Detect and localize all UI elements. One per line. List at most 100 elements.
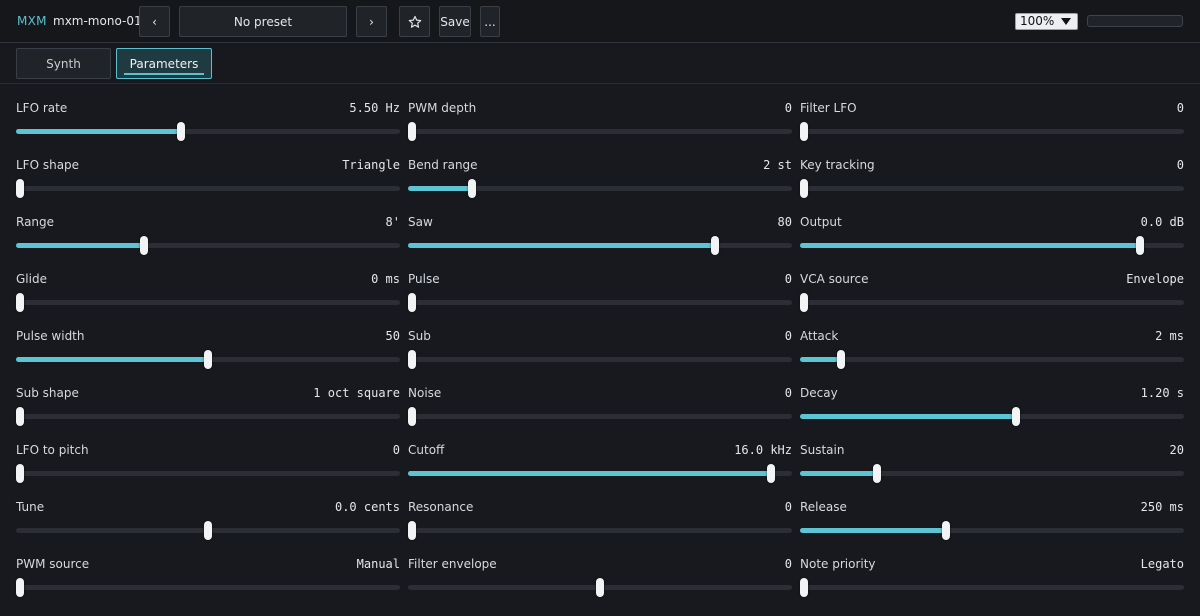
param-label: Cutoff [408, 443, 445, 457]
slider-thumb[interactable] [1136, 236, 1144, 255]
slider-thumb[interactable] [204, 350, 212, 369]
param-pwm-depth: PWM depth 0 [408, 101, 792, 158]
slider-track[interactable] [800, 357, 1184, 362]
param-value: 0 [784, 101, 792, 115]
param-label: Sustain [800, 443, 845, 457]
slider-thumb[interactable] [711, 236, 719, 255]
slider-thumb[interactable] [942, 521, 950, 540]
slider-track[interactable] [16, 585, 400, 590]
param-value: Legato [1140, 557, 1184, 571]
level-meter [1087, 15, 1183, 27]
param-label: Key tracking [800, 158, 875, 172]
slider-thumb[interactable] [800, 122, 808, 141]
param-range: Range 8' [16, 215, 400, 272]
param-value: 1 oct square [313, 386, 400, 400]
param-label: PWM source [16, 557, 90, 571]
slider-thumb[interactable] [408, 521, 416, 540]
param-sustain: Sustain 20 [800, 443, 1184, 500]
param-value: Triangle [342, 158, 400, 172]
slider-thumb[interactable] [800, 293, 808, 312]
slider-track[interactable] [408, 129, 792, 134]
param-value: 50 [385, 329, 400, 343]
tab-parameters[interactable]: Parameters [116, 48, 212, 79]
slider-track[interactable] [408, 414, 792, 419]
param-label: Filter envelope [408, 557, 497, 571]
chevron-right-icon: › [369, 14, 374, 29]
param-value: 0 [784, 329, 792, 343]
param-label: Attack [800, 329, 839, 343]
tab-label: Parameters [129, 56, 199, 71]
slider-thumb[interactable] [408, 122, 416, 141]
slider-thumb[interactable] [16, 464, 24, 483]
caret-down-icon [1061, 18, 1071, 25]
param-label: Tune [16, 500, 45, 514]
slider-thumb[interactable] [468, 179, 476, 198]
slider-thumb[interactable] [767, 464, 775, 483]
slider-fill [408, 471, 771, 476]
slider-thumb[interactable] [800, 179, 808, 198]
slider-track[interactable] [16, 414, 400, 419]
param-value: 0 [784, 272, 792, 286]
param-label: Output [800, 215, 842, 229]
more-button[interactable]: ... [480, 6, 500, 37]
slider-thumb[interactable] [596, 578, 604, 597]
slider-track[interactable] [16, 186, 400, 191]
slider-thumb[interactable] [408, 407, 416, 426]
param-filter-envelope: Filter envelope 0 [408, 557, 792, 614]
slider-thumb[interactable] [177, 122, 185, 141]
param-label: LFO shape [16, 158, 80, 172]
slider-track[interactable] [800, 300, 1184, 305]
slider-track[interactable] [408, 528, 792, 533]
slider-thumb[interactable] [800, 578, 808, 597]
slider-thumb[interactable] [408, 293, 416, 312]
slider-thumb[interactable] [837, 350, 845, 369]
param-pulse-width: Pulse width 50 [16, 329, 400, 386]
favorite-button[interactable] [399, 6, 430, 37]
tab-synth[interactable]: Synth [16, 48, 111, 79]
slider-track[interactable] [16, 471, 400, 476]
preset-name: No preset [233, 14, 293, 29]
param-value: 8' [385, 215, 400, 229]
param-label: LFO rate [16, 101, 68, 115]
slider-thumb[interactable] [16, 578, 24, 597]
param-label: Sub shape [16, 386, 79, 400]
slider-thumb[interactable] [16, 293, 24, 312]
zoom-select[interactable]: 100% [1015, 13, 1078, 30]
param-label: Range [16, 215, 55, 229]
slider-thumb[interactable] [204, 521, 212, 540]
slider-thumb[interactable] [140, 236, 148, 255]
param-label: Saw [408, 215, 433, 229]
param-value: 250 ms [1140, 500, 1184, 514]
prev-preset-button[interactable]: ‹ [139, 6, 170, 37]
next-preset-button[interactable]: › [356, 6, 387, 37]
save-button[interactable]: Save [439, 6, 471, 37]
slider-thumb[interactable] [1012, 407, 1020, 426]
slider-track[interactable] [800, 129, 1184, 134]
param-saw: Saw 80 [408, 215, 792, 272]
slider-fill [16, 357, 208, 362]
slider-fill [408, 186, 472, 191]
slider-thumb[interactable] [408, 350, 416, 369]
preset-selector[interactable]: No preset [179, 6, 347, 37]
slider-thumb[interactable] [16, 407, 24, 426]
slider-track[interactable] [800, 186, 1184, 191]
param-pwm-source: PWM source Manual [16, 557, 400, 614]
param-resonance: Resonance 0 [408, 500, 792, 557]
param-value: 0 [392, 443, 400, 457]
param-value: 0 [784, 557, 792, 571]
param-label: Noise [408, 386, 442, 400]
param-filter-lfo: Filter LFO 0 [800, 101, 1184, 158]
slider-track[interactable] [800, 585, 1184, 590]
param-label: PWM depth [408, 101, 477, 115]
param-key-tracking: Key tracking 0 [800, 158, 1184, 215]
param-value: 2 st [763, 158, 792, 172]
slider-track[interactable] [408, 300, 792, 305]
slider-track[interactable] [408, 357, 792, 362]
slider-thumb[interactable] [16, 179, 24, 198]
brand-logo: MXM [17, 14, 47, 28]
param-lfo-shape: LFO shape Triangle [16, 158, 400, 215]
slider-track[interactable] [16, 300, 400, 305]
slider-thumb[interactable] [873, 464, 881, 483]
param-tune: Tune 0.0 cents [16, 500, 400, 557]
param-value: 1.20 s [1140, 386, 1184, 400]
